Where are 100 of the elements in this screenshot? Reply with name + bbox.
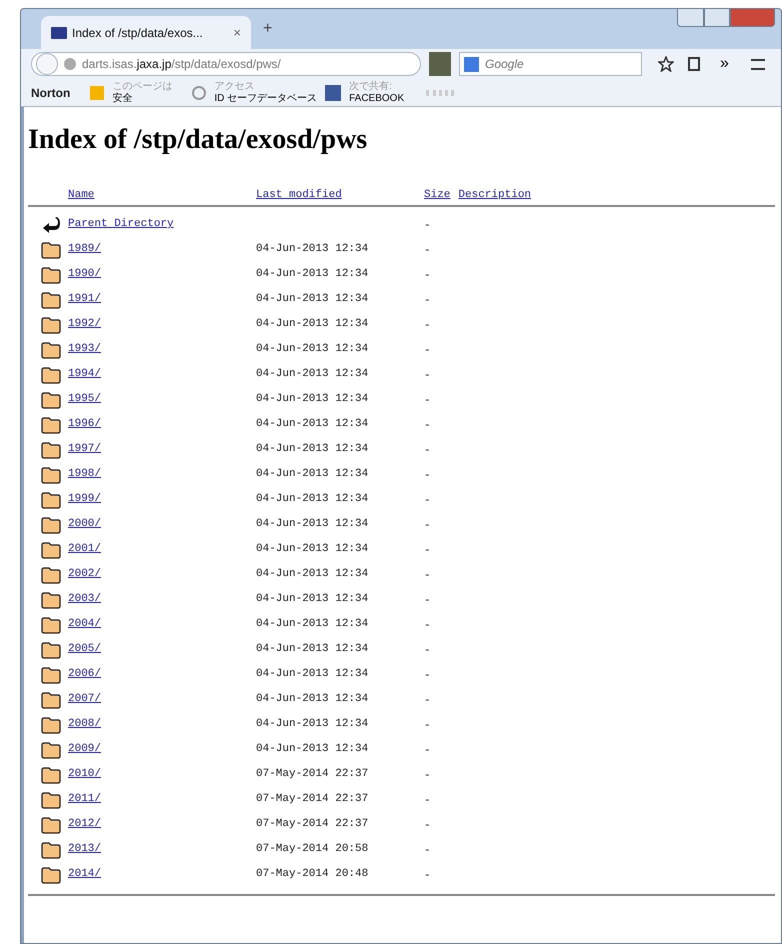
modified-date: 07-May-2014 22:37	[256, 818, 368, 830]
folder-icon	[41, 842, 61, 859]
directory-link[interactable]: Parent Directory	[68, 218, 174, 230]
directory-link[interactable]: 1995/	[68, 393, 102, 405]
modified-date: 04-Jun-2013 12:34	[256, 343, 368, 355]
close-tab-button[interactable]: ×	[233, 22, 241, 42]
file-size: -	[424, 218, 431, 234]
file-size: -	[424, 744, 431, 758]
modified-date: 04-Jun-2013 12:34	[256, 268, 368, 280]
modified-date: 04-Jun-2013 12:34	[256, 368, 368, 380]
folder-icon	[41, 667, 61, 684]
column-header-link[interactable]: Name	[68, 188, 94, 200]
directory-link[interactable]: 1992/	[68, 318, 102, 330]
directory-link[interactable]: 2012/	[68, 818, 102, 830]
file-size: -	[424, 318, 431, 334]
directory-link[interactable]: 1994/	[68, 368, 102, 380]
maximize-button[interactable]	[704, 8, 730, 27]
column-header-link[interactable]: Size	[424, 186, 450, 203]
folder-icon	[41, 317, 61, 334]
file-size: -	[424, 344, 431, 358]
directory-link[interactable]: 2011/	[68, 793, 102, 805]
share-target: FACEBOOK	[349, 92, 404, 104]
folder-icon	[41, 342, 61, 359]
new-tab-button[interactable]: +	[263, 17, 272, 41]
safe-label: このページは	[112, 80, 172, 92]
modified-date: 07-May-2014 22:37	[256, 793, 368, 805]
directory-link[interactable]: 2007/	[68, 693, 102, 705]
folder-icon	[41, 367, 61, 384]
search-field[interactable]: Google	[459, 52, 642, 76]
directory-link[interactable]: 1996/	[68, 418, 102, 430]
modified-date: 04-Jun-2013 12:34	[256, 318, 368, 330]
directory-link[interactable]: 1999/	[68, 493, 102, 505]
modified-date: 04-Jun-2013 12:34	[256, 443, 368, 455]
file-size: -	[424, 568, 431, 584]
modified-date: 07-May-2014 20:48	[256, 868, 368, 880]
file-size: -	[424, 618, 431, 634]
folder-icon	[41, 442, 61, 459]
directory-link[interactable]: 2008/	[68, 718, 102, 730]
directory-link[interactable]: 2002/	[68, 568, 102, 580]
folder-icon	[41, 642, 61, 659]
file-size: -	[424, 294, 431, 308]
folder-icon	[41, 792, 61, 809]
directory-link[interactable]: 2005/	[68, 643, 102, 655]
file-size: -	[424, 818, 431, 834]
directory-link[interactable]: 1991/	[68, 293, 102, 305]
address-bar[interactable]: darts.isas.jaxa.jp/stp/data/exosd/pws/	[31, 52, 421, 76]
folder-icon	[41, 767, 61, 784]
column-header-link[interactable]: Last modified	[256, 188, 342, 200]
file-size: -	[424, 544, 431, 558]
share-label: 次で共有:	[349, 80, 393, 92]
file-size: -	[424, 444, 431, 458]
directory-link[interactable]: 1998/	[68, 468, 102, 480]
identity-icon	[192, 86, 206, 100]
menu-icon[interactable]	[750, 58, 765, 70]
folder-icon	[41, 817, 61, 834]
directory-link[interactable]: 2001/	[68, 543, 102, 555]
directory-link[interactable]: 1997/	[68, 443, 102, 455]
file-size: -	[424, 468, 431, 484]
directory-link[interactable]: 2006/	[68, 668, 102, 680]
directory-link[interactable]: 2013/	[68, 843, 102, 855]
modified-date: 04-Jun-2013 12:34	[256, 468, 368, 480]
access-status: ID セーフデータベース	[214, 92, 318, 104]
directory-link[interactable]: 1993/	[68, 343, 102, 355]
modified-date: 04-Jun-2013 12:34	[256, 543, 368, 555]
search-placeholder: Google	[485, 56, 524, 73]
file-size: -	[424, 518, 431, 534]
minimize-button[interactable]	[677, 8, 704, 27]
browser-tab[interactable]: Index of /stp/data/exos... ×	[41, 16, 251, 49]
directory-link[interactable]: 2000/	[68, 518, 102, 530]
modified-date: 04-Jun-2013 12:34	[256, 293, 368, 305]
folder-icon	[41, 867, 61, 884]
modified-date: 04-Jun-2013 12:34	[256, 693, 368, 705]
directory-link[interactable]: 2004/	[68, 618, 102, 630]
file-size: -	[424, 718, 431, 734]
directory-link[interactable]: 1990/	[68, 268, 102, 280]
modified-date: 04-Jun-2013 12:34	[256, 493, 368, 505]
more-tools-button[interactable]: »	[720, 52, 729, 76]
folder-icon	[41, 392, 61, 409]
file-size: -	[424, 268, 431, 284]
file-size: -	[424, 694, 431, 708]
directory-link[interactable]: 2014/	[68, 868, 102, 880]
folder-icon	[41, 742, 61, 759]
folder-icon	[41, 242, 61, 259]
file-size: -	[424, 644, 431, 658]
modified-date: 04-Jun-2013 12:34	[256, 743, 368, 755]
modified-date: 04-Jun-2013 12:34	[256, 718, 368, 730]
directory-link[interactable]: 2010/	[68, 768, 102, 780]
star-icon[interactable]	[658, 56, 674, 72]
file-size: -	[424, 418, 431, 434]
column-header-link[interactable]: Description	[458, 186, 532, 203]
directory-link[interactable]: 1989/	[68, 243, 102, 255]
file-size: -	[424, 794, 431, 808]
directory-link[interactable]: 2009/	[68, 743, 102, 755]
modified-date: 04-Jun-2013 12:34	[256, 243, 368, 255]
modified-date: 04-Jun-2013 12:34	[256, 643, 368, 655]
norton-logo: Norton	[31, 84, 70, 102]
tab-title: Index of /stp/data/exos...	[72, 24, 203, 42]
folder-icon	[41, 692, 61, 709]
folder-icon	[41, 417, 61, 434]
directory-link[interactable]: 2003/	[68, 593, 102, 605]
